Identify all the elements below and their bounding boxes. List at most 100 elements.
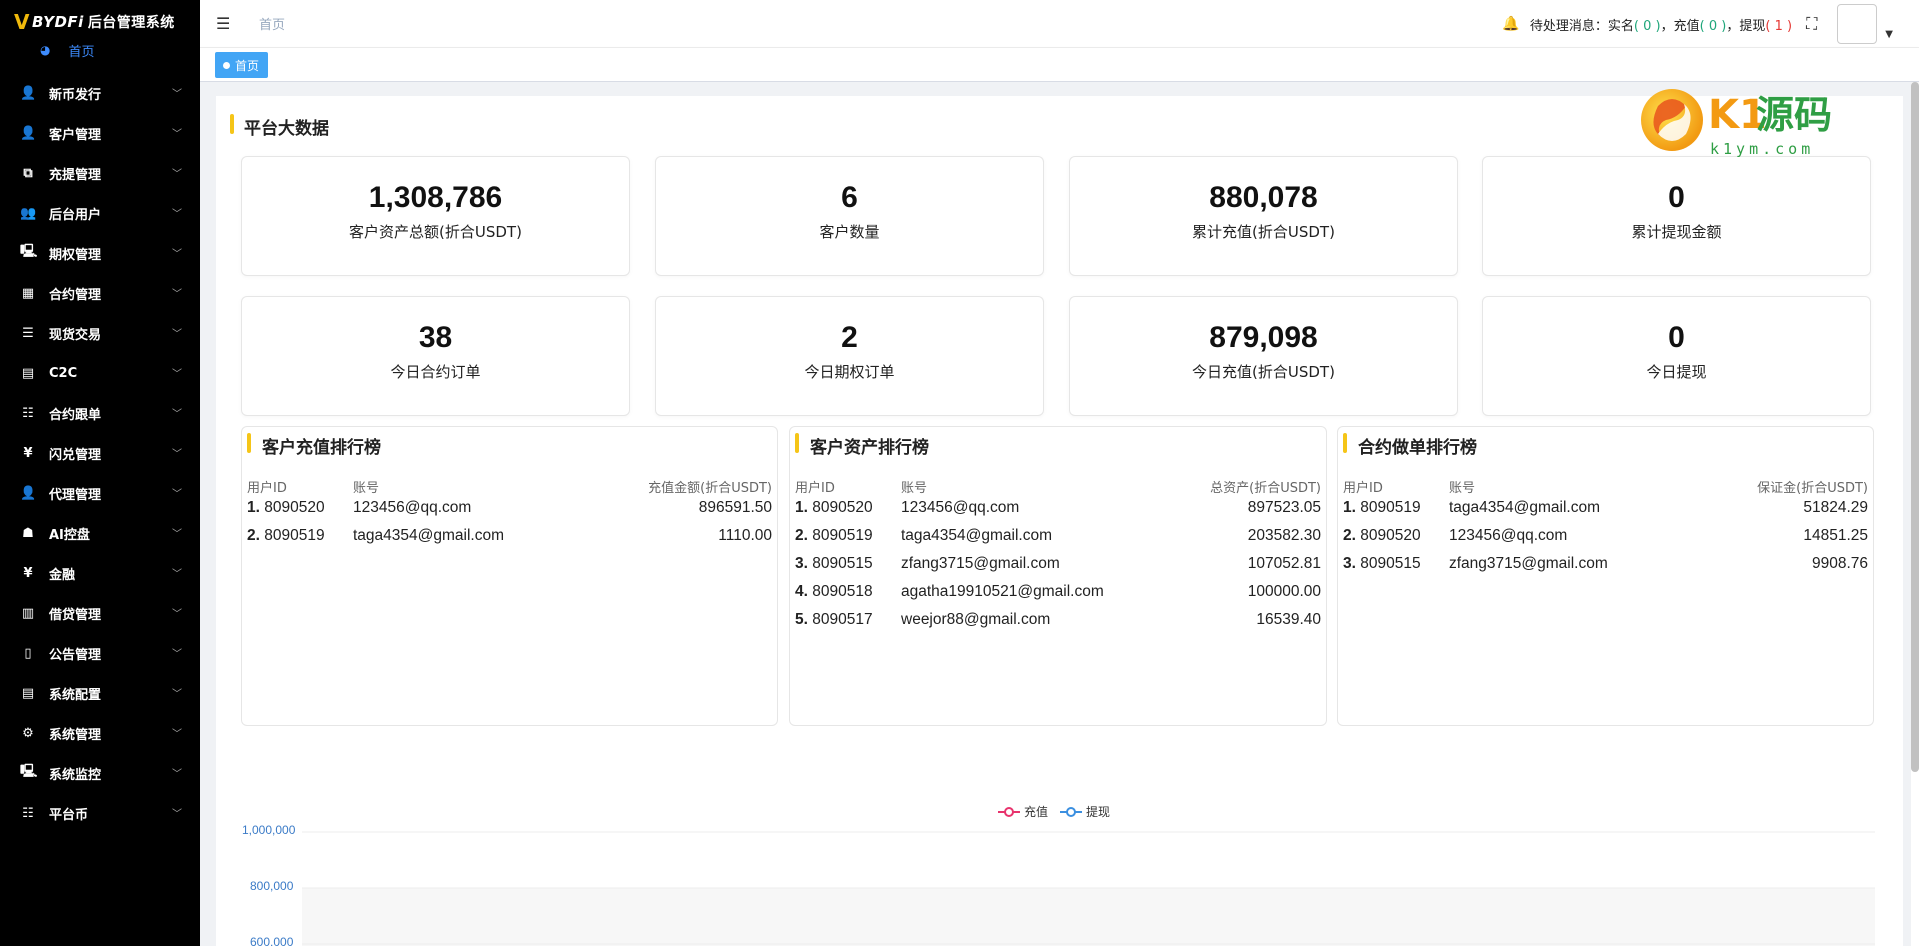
- caret-down-icon[interactable]: ▼: [1885, 29, 1893, 40]
- copy-icon: ⧉: [23, 165, 33, 181]
- sidebar-item-label: 系统管理: [49, 727, 102, 743]
- sidebar-item[interactable]: ☗ AI控盘 ﹀: [0, 513, 200, 553]
- stat-card: 880,078 累计充值(折合USDT): [1069, 156, 1458, 276]
- chevron-down-icon: ﹀: [172, 729, 182, 740]
- sidebar-item[interactable]: ▤ 系统配置 ﹀: [0, 673, 200, 713]
- sidebar-item[interactable]: 👤 客户管理 ﹀: [0, 113, 200, 153]
- sidebar-item[interactable]: ☰ 现货交易 ﹀: [0, 313, 200, 353]
- row-user-id: 8090518: [812, 583, 873, 600]
- stat-card: 879,098 今日充值(折合USDT): [1069, 296, 1458, 416]
- logo-system-name: 后台管理系统: [87, 15, 175, 31]
- sidebar-item[interactable]: ¥ 金融 ﹀: [0, 553, 200, 593]
- yen-icon: ¥: [23, 565, 33, 581]
- sidebar-item[interactable]: 🖳 系统监控 ﹀: [0, 753, 200, 793]
- sidebar-item[interactable]: ▤ C2C ﹀: [0, 353, 200, 393]
- sidebar-item[interactable]: ⚙ 系统管理 ﹀: [0, 713, 200, 753]
- pending-deposit[interactable]: 充值( 0 ): [1674, 19, 1727, 34]
- row-user: 5. 8090517: [795, 611, 873, 629]
- list-ordered-icon: ☷: [22, 405, 34, 421]
- row-rank: 5.: [795, 611, 808, 628]
- sidebar-item[interactable]: ¥ 闪兑管理 ﹀: [0, 433, 200, 473]
- chevron-down-icon: ﹀: [172, 409, 182, 420]
- row-user: 1. 8090519: [1343, 499, 1421, 517]
- row-rank: 4.: [795, 583, 808, 600]
- logo[interactable]: V BYDFi 后台管理系统: [0, 0, 200, 44]
- row-account: taga4354@gmail.com: [353, 527, 505, 544]
- section-title: 平台大数据: [230, 114, 329, 139]
- stat-card: 0 累计提现金额: [1482, 156, 1871, 276]
- legend-item-withdraw[interactable]: 提现: [1060, 803, 1110, 820]
- sidebar-item-label: 客户管理: [49, 127, 102, 143]
- legend-label: 提现: [1086, 805, 1111, 819]
- ranking-row: 1. 8090520 123456@qq.com 897523.05: [795, 499, 1321, 521]
- yen-icon: ¥: [23, 445, 33, 461]
- row-user: 2. 8090520: [1343, 527, 1421, 545]
- stat-card: 1,308,786 客户资产总额(折合USDT): [241, 156, 630, 276]
- row-user: 2. 8090519: [247, 527, 325, 545]
- row-user: 3. 8090515: [795, 555, 873, 573]
- row-amount: 51824.29: [1803, 499, 1868, 516]
- sidebar-item-label: 首页: [68, 44, 95, 60]
- user-icon: 👤: [20, 85, 37, 101]
- breadcrumb[interactable]: 首页: [259, 14, 285, 33]
- monitor-icon: 🖳: [20, 764, 38, 779]
- ranking-header: 用户ID 账号 充值金额(折合USDT): [247, 477, 772, 496]
- ranking-row: 1. 8090519 taga4354@gmail.com 51824.29: [1343, 499, 1868, 521]
- hamburger-icon[interactable]: ☰: [216, 14, 236, 33]
- logo-mark: V: [14, 10, 30, 34]
- stat-label: 今日合约订单: [390, 363, 481, 381]
- chart-legend: 充值 提现: [998, 803, 1122, 820]
- sidebar-item[interactable]: ☷ 平台币 ﹀: [0, 793, 200, 833]
- row-amount: 9908.76: [1811, 555, 1868, 572]
- active-dot-icon: [223, 61, 230, 69]
- row-amount: 14851.25: [1803, 527, 1868, 544]
- pending-withdraw[interactable]: 提现( 1 ): [1739, 19, 1792, 34]
- ranking-row: 3. 8090515 zfang3715@gmail.com 9908.76: [1343, 555, 1868, 577]
- deposit-count-wrap: ( 0 ): [1699, 18, 1727, 34]
- topbar: ☰ 首页 🔔 待处理消息：实名( 0 )，充值( 0 )，提现( 1 ) ⛶ ▼: [200, 0, 1919, 48]
- sidebar-item-label: 新币发行: [49, 87, 102, 103]
- fullscreen-icon[interactable]: ⛶: [1806, 14, 1817, 34]
- pending-realname[interactable]: 实名( 0 ): [1608, 19, 1661, 34]
- row-rank: 1.: [1343, 499, 1356, 516]
- sidebar-item-home[interactable]: ◕ 首页: [0, 40, 200, 60]
- row-user-id: 8090520: [812, 499, 873, 516]
- svg-text:源码: 源码: [1756, 93, 1832, 137]
- header-account: 账号: [1449, 481, 1476, 496]
- row-account: taga4354@gmail.com: [901, 527, 1053, 544]
- pending-label: 待处理消息：: [1529, 18, 1608, 34]
- avatar[interactable]: [1837, 4, 1878, 44]
- row-rank: 3.: [795, 555, 808, 572]
- header-user-id: 用户ID: [1343, 481, 1383, 496]
- sidebar-item-label: 合约管理: [49, 287, 102, 303]
- chevron-down-icon: ﹀: [172, 529, 182, 540]
- watermark-sub: k1ym.com: [1710, 140, 1814, 158]
- sidebar-item[interactable]: 👤 代理管理 ﹀: [0, 473, 200, 513]
- tag-home[interactable]: 首页: [215, 52, 269, 78]
- scrollbar[interactable]: [1911, 82, 1919, 772]
- ranking-panel: 客户资产排行榜 用户ID 账号 总资产(折合USDT) 1. 8090520 1…: [789, 426, 1327, 726]
- row-rank: 3.: [1343, 555, 1356, 572]
- sidebar-item[interactable]: ⧉ 充提管理 ﹀: [0, 153, 200, 193]
- sidebar-item[interactable]: ☷ 合约跟单 ﹀: [0, 393, 200, 433]
- bell-icon[interactable]: 🔔: [1502, 16, 1519, 32]
- sidebar-item[interactable]: 👥 后台用户 ﹀: [0, 193, 200, 233]
- deposit-count: 0: [1708, 18, 1718, 34]
- row-user-id: 8090520: [1360, 527, 1421, 544]
- realname-label: 实名: [1607, 18, 1634, 34]
- sidebar-item[interactable]: 👤 新币发行 ﹀: [0, 73, 200, 113]
- row-account: 123456@qq.com: [1449, 527, 1568, 544]
- sidebar-item[interactable]: 🖳 期权管理 ﹀: [0, 233, 200, 273]
- ranking-row: 2. 8090520 123456@qq.com 14851.25: [1343, 527, 1868, 549]
- sidebar-item[interactable]: ▯ 公告管理 ﹀: [0, 633, 200, 673]
- ranking-title: 合约做单排行榜: [1343, 433, 1477, 458]
- sidebar-item-label: 现货交易: [49, 327, 102, 343]
- chevron-down-icon: ﹀: [172, 89, 182, 100]
- sidebar-item[interactable]: ▥ 借贷管理 ﹀: [0, 593, 200, 633]
- legend-item-deposit[interactable]: 充值: [998, 803, 1048, 820]
- sidebar-item[interactable]: ▦ 合约管理 ﹀: [0, 273, 200, 313]
- chevron-down-icon: ﹀: [172, 129, 182, 140]
- header-user-id: 用户ID: [795, 481, 835, 496]
- stat-value: 1,308,786: [368, 181, 503, 214]
- row-user: 1. 8090520: [795, 499, 873, 517]
